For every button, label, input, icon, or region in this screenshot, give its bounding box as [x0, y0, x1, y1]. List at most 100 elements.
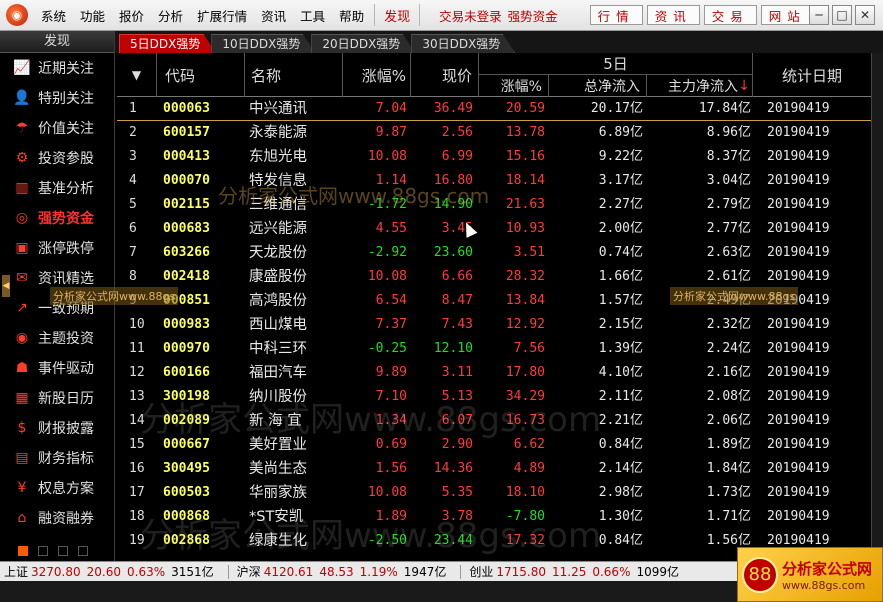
- current-price: 8.47: [441, 293, 473, 308]
- tab-10day-ddx[interactable]: 10日DDX强势: [211, 34, 316, 53]
- sidebar-item[interactable]: $ 财报披露: [0, 413, 114, 443]
- menu-divider: [419, 4, 421, 26]
- tab-20day-ddx[interactable]: 20日DDX强势: [311, 34, 416, 53]
- main-inflow: 2.79亿: [706, 197, 751, 212]
- index-label: 沪深: [236, 565, 261, 579]
- table-row[interactable]: 3 000413 东旭光电 10.08 6.99 15.16 9.22亿 8.37亿 20190…: [117, 145, 871, 169]
- sidebar-item[interactable]: 👤 特别关注: [0, 83, 114, 113]
- menu-quote[interactable]: 报价: [112, 6, 151, 25]
- menu-discover[interactable]: 发现: [378, 6, 416, 25]
- table-row[interactable]: 4 000070 特发信息 1.14 16.80 18.14 3.17亿 3.04亿 20190…: [117, 169, 871, 193]
- sidebar-item[interactable]: ☗ 事件驱动: [0, 353, 114, 383]
- table-row[interactable]: 16 300495 美尚生态 1.56 14.36 4.89 2.14亿 1.84亿 20190…: [117, 457, 871, 481]
- sidebar-item[interactable]: ▤ 财务指标: [0, 443, 114, 473]
- net-inflow: 2.21亿: [598, 413, 643, 428]
- quick-button-market[interactable]: 行情: [589, 5, 643, 25]
- menu-system[interactable]: 系统: [34, 6, 73, 25]
- header-5day-change[interactable]: 涨幅%: [479, 75, 549, 97]
- app-logo-icon[interactable]: ◉: [6, 4, 28, 26]
- change-5day: 7.56: [513, 341, 545, 356]
- sidebar-item[interactable]: ¥ 权息方案: [0, 473, 114, 503]
- table-row[interactable]: 13 300198 纳川股份 7.10 5.13 34.29 2.11亿 2.08亿 20190…: [117, 385, 871, 409]
- sidebar-item[interactable]: ⚙ 投资参股: [0, 143, 114, 173]
- index-chinext[interactable]: 创业 1715.80 11.25 0.66% 1099亿: [465, 563, 689, 580]
- sidebar-item[interactable]: ◉ 主题投资: [0, 323, 114, 353]
- table-row[interactable]: 18 000868 *ST安凯 1.89 3.78 -7.80 1.30亿 1.71亿 2019…: [117, 505, 871, 529]
- index-shanghai[interactable]: 上证 3270.80 20.60 0.63% 3151亿: [0, 563, 224, 580]
- bell-icon: ☗: [15, 360, 29, 376]
- table-row[interactable]: 1 000063 中兴通讯 7.04 36.49 20.59 20.17亿 17.84亿 201…: [117, 97, 871, 121]
- index-label: 创业: [469, 565, 494, 579]
- sidebar-item[interactable]: ◎ 强势资金: [0, 203, 114, 233]
- stock-name: 三维通信: [249, 197, 307, 213]
- sidebar-item[interactable]: ↗ 一致预期: [0, 293, 114, 323]
- table-row[interactable]: 11 000970 中科三环 -0.25 12.10 7.56 1.39亿 2.24亿 2019…: [117, 337, 871, 361]
- quick-button-news[interactable]: 资讯: [646, 5, 700, 25]
- close-icon[interactable]: ✕: [855, 5, 875, 25]
- sidebar-item[interactable]: 📈 近期关注: [0, 53, 114, 83]
- change-percent: 10.08: [367, 149, 407, 164]
- quick-button-trade[interactable]: 交易: [703, 5, 757, 25]
- current-price: 7.43: [441, 317, 473, 332]
- header-change[interactable]: 涨幅%: [343, 53, 411, 97]
- header-date[interactable]: 统计日期: [753, 53, 871, 97]
- sidebar-item[interactable]: ✉ 资讯精选: [0, 263, 114, 293]
- tab-30day-ddx[interactable]: 30日DDX强势: [411, 34, 516, 53]
- table-row[interactable]: 2 600157 永泰能源 9.87 2.56 13.78 6.89亿 8.96亿 201904…: [117, 121, 871, 145]
- row-index: 2: [129, 125, 137, 140]
- collapse-handle-icon[interactable]: ◀: [2, 275, 10, 297]
- sidebar-page-dot[interactable]: [38, 546, 48, 556]
- index-amount: 3151亿: [171, 565, 214, 579]
- menu-analysis[interactable]: 分析: [151, 6, 190, 25]
- net-inflow: 1.57亿: [598, 293, 643, 308]
- sidebar-item-label: 财报披露: [38, 421, 94, 437]
- header-name[interactable]: 名称: [245, 53, 343, 97]
- sidebar-item[interactable]: ☂ 价值关注: [0, 113, 114, 143]
- table-row[interactable]: 9 000851 高鸿股份 6.54 8.47 13.84 1.57亿 2.49亿 201904…: [117, 289, 871, 313]
- index-hs[interactable]: 沪深 4120.61 48.53 1.19% 1947亿: [233, 563, 457, 580]
- net-inflow: 0.84亿: [598, 533, 643, 548]
- minimize-icon[interactable]: ─: [809, 5, 829, 25]
- current-price: 23.60: [433, 245, 473, 260]
- quick-button-website[interactable]: 网站: [760, 5, 814, 25]
- menu-function[interactable]: 功能: [73, 6, 112, 25]
- sidebar-page-dot[interactable]: [78, 546, 88, 556]
- menu-extended-market[interactable]: 扩展行情: [190, 6, 254, 25]
- sidebar-item[interactable]: ▦ 新股日历: [0, 383, 114, 413]
- table-row[interactable]: 14 002089 新 海 宜 1.34 6.07 16.73 2.21亿 2.06亿 2019…: [117, 409, 871, 433]
- header-main-inflow[interactable]: 主力净流入 ↓: [647, 75, 753, 97]
- stock-name: *ST安凯: [249, 509, 304, 525]
- sidebar-item[interactable]: ⌂ 融资融券: [0, 503, 114, 533]
- sidebar-page-dot[interactable]: [18, 546, 28, 556]
- menu-help[interactable]: 帮助: [332, 6, 371, 25]
- stat-date: 20190419: [767, 437, 830, 452]
- index-percent: 0.66%: [592, 564, 631, 579]
- sidebar-item[interactable]: ▣ 涨停跌停: [0, 233, 114, 263]
- change-5day: 6.62: [513, 437, 545, 452]
- sort-menu-icon[interactable]: ▼: [117, 53, 157, 97]
- status-divider: [460, 564, 462, 579]
- menu-tools[interactable]: 工具: [293, 6, 332, 25]
- table-row[interactable]: 12 600166 福田汽车 9.89 3.11 17.80 4.10亿 2.16亿 20190…: [117, 361, 871, 385]
- table-row[interactable]: 6 000683 远兴能源 4.55 3.45 10.93 2.00亿 2.77亿 201904…: [117, 217, 871, 241]
- header-code[interactable]: 代码: [157, 53, 245, 97]
- umbrella-icon: ☂: [15, 120, 29, 136]
- menu-news[interactable]: 资讯: [254, 6, 293, 25]
- sidebar-page-dot[interactable]: [58, 546, 68, 556]
- change-percent: 10.08: [367, 269, 407, 284]
- table-row[interactable]: 15 000667 美好置业 0.69 2.90 6.62 0.84亿 1.89亿 201904…: [117, 433, 871, 457]
- table-row[interactable]: 7 603266 天龙股份 -2.92 23.60 3.51 0.74亿 2.63亿 20190…: [117, 241, 871, 265]
- table-row[interactable]: 10 000983 西山煤电 7.37 7.43 12.92 2.15亿 2.32亿 20190…: [117, 313, 871, 337]
- header-main-inflow-label: 主力净流入: [668, 79, 738, 95]
- vertical-scrollbar[interactable]: [871, 53, 883, 561]
- tab-5day-ddx[interactable]: 5日DDX强势: [119, 34, 216, 53]
- table-row[interactable]: 5 002115 三维通信 -1.72 14.90 21.63 2.27亿 2.79亿 2019…: [117, 193, 871, 217]
- main-inflow: 2.24亿: [706, 341, 751, 356]
- table-row[interactable]: 17 600503 华丽家族 10.08 5.35 18.10 2.98亿 1.73亿 2019…: [117, 481, 871, 505]
- header-price[interactable]: 现价: [411, 53, 479, 97]
- login-status[interactable]: 交易未登录: [439, 6, 502, 25]
- header-net-inflow[interactable]: 总净流入: [549, 75, 647, 97]
- maximize-icon[interactable]: □: [832, 5, 852, 25]
- table-row[interactable]: 8 002418 康盛股份 10.08 6.66 28.32 1.66亿 2.61亿 20190…: [117, 265, 871, 289]
- sidebar-item[interactable]: ▥ 基准分析: [0, 173, 114, 203]
